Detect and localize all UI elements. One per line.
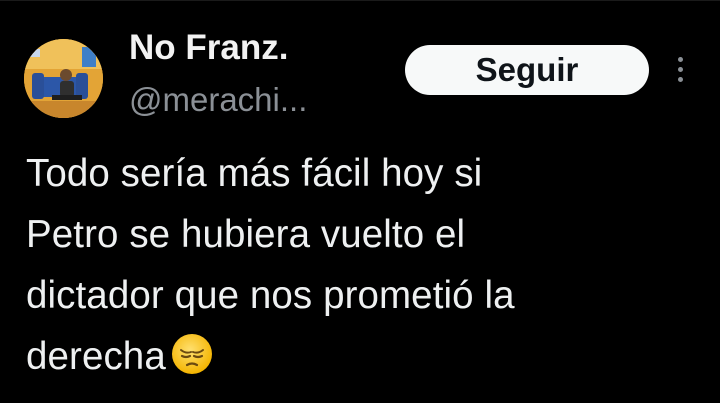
tweet-text-line: Petro se hubiera vuelto el bbox=[26, 213, 466, 256]
pensive-face-emoji-icon bbox=[170, 332, 214, 394]
avatar-image bbox=[24, 39, 103, 118]
tweet-text: Todo sería más fácil hoy si Petro se hub… bbox=[26, 143, 686, 394]
tweet-card: No Franz. @merachi... Seguir Todo sería … bbox=[0, 0, 720, 403]
follow-button[interactable]: Seguir bbox=[405, 45, 649, 95]
tweet-text-line-last: derecha bbox=[26, 326, 686, 394]
avatar[interactable] bbox=[24, 39, 103, 118]
tweet-text-line: dictador que nos prometió la bbox=[26, 274, 515, 317]
author-display-name[interactable]: No Franz. bbox=[129, 28, 288, 68]
author-handle[interactable]: @merachi... bbox=[129, 81, 307, 119]
tweet-text-line: Todo sería más fácil hoy si bbox=[26, 152, 483, 195]
tweet-text-line-content: derecha bbox=[26, 335, 166, 378]
more-vertical-icon[interactable] bbox=[674, 57, 686, 87]
